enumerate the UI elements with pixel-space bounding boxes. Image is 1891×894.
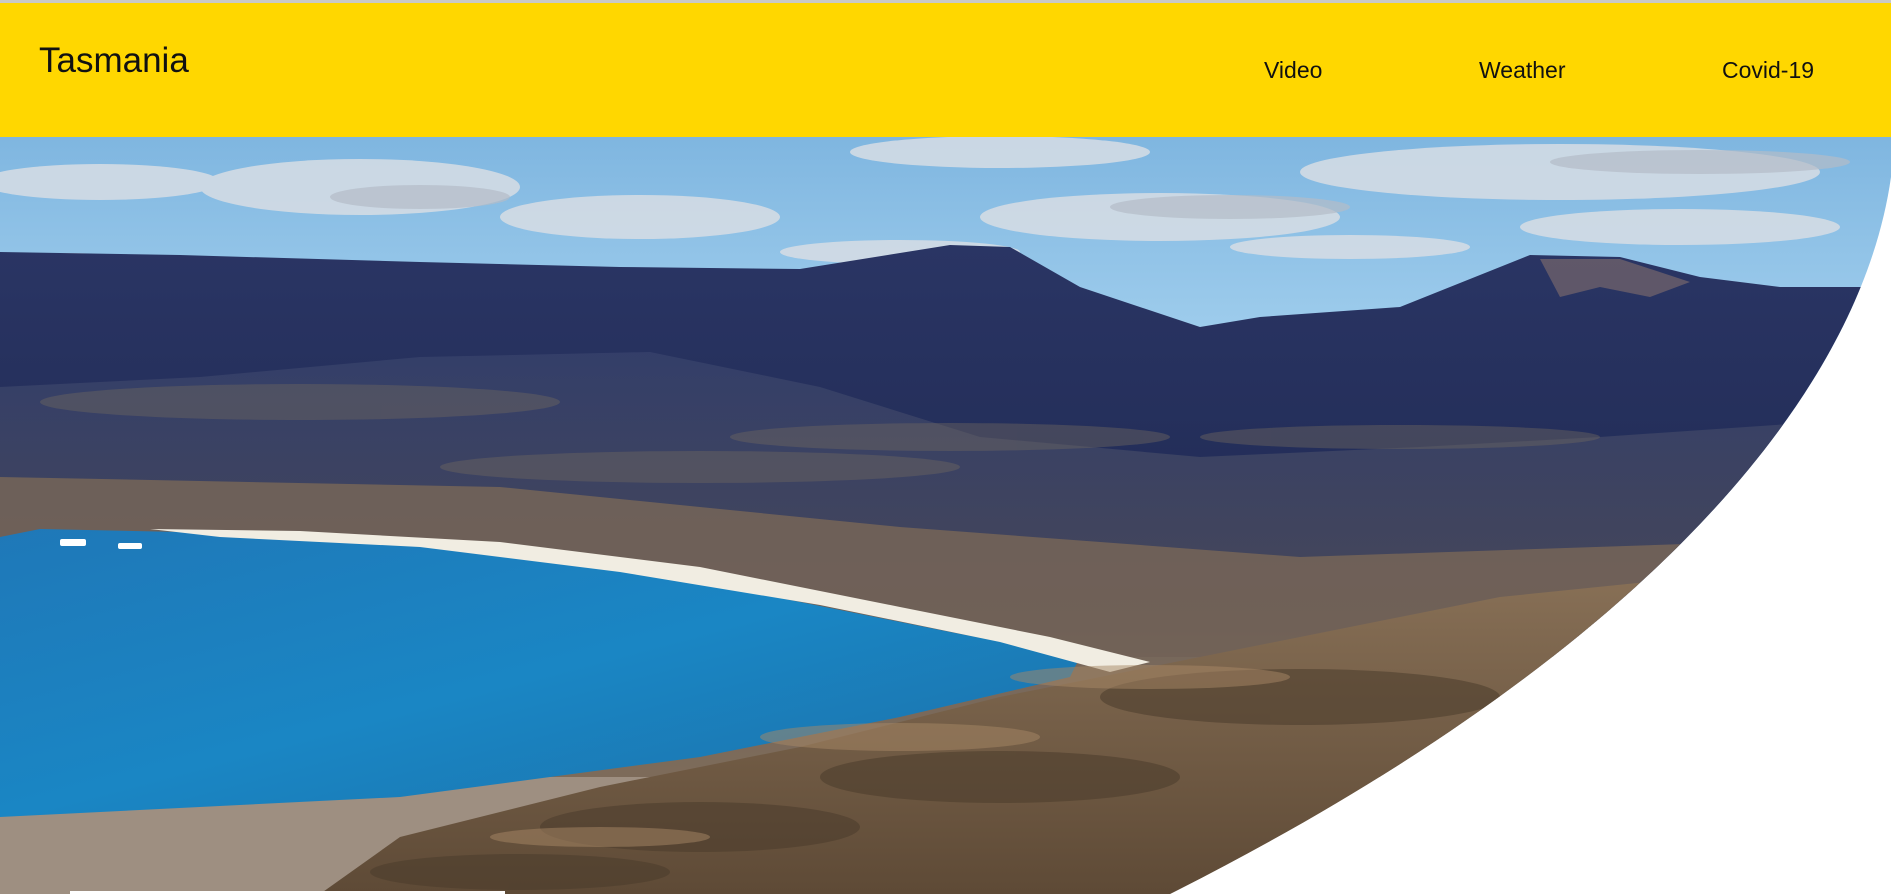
landscape-photo bbox=[0, 137, 1891, 894]
nav-link-weather[interactable]: Weather bbox=[1479, 59, 1566, 82]
site-header: Tasmania Video Weather Covid-19 bbox=[0, 3, 1891, 137]
site-title: Tasmania bbox=[39, 41, 189, 80]
page: Tasmania Video Weather Covid-19 bbox=[0, 0, 1891, 894]
nav-link-video[interactable]: Video bbox=[1264, 59, 1322, 82]
hero-image bbox=[0, 137, 1891, 894]
nav-link-covid-19[interactable]: Covid-19 bbox=[1722, 59, 1814, 82]
